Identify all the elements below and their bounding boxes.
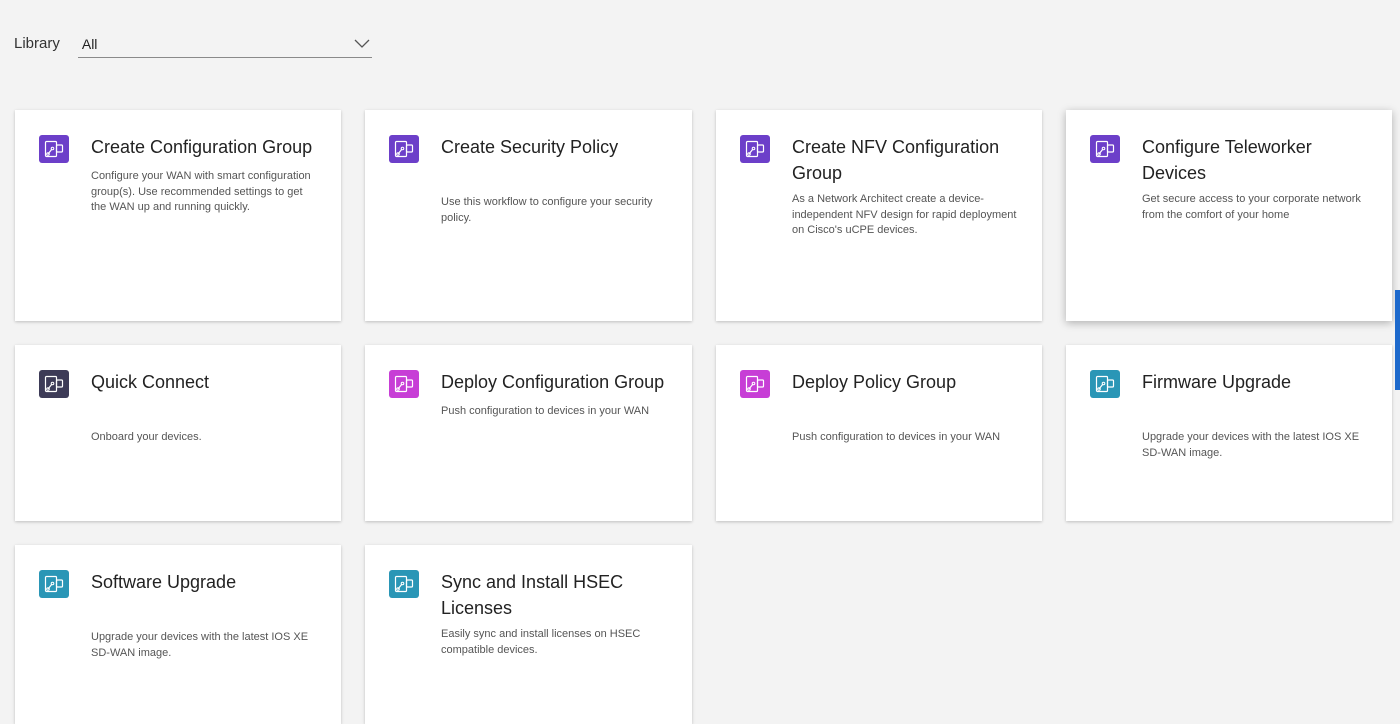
card-description: As a Network Architect create a device-i…	[792, 193, 1017, 236]
card-description: Configure your WAN with smart configurat…	[91, 170, 311, 213]
card-title: Quick Connect	[91, 372, 210, 392]
workflow-icon	[1090, 370, 1120, 398]
card-create-configuration-group[interactable]: Create Configuration Group Configure you…	[15, 110, 341, 321]
workflow-icon	[740, 370, 770, 398]
card-title: Configure Teleworker Devices	[1142, 137, 1312, 183]
card-description: Onboard your devices.	[91, 431, 202, 443]
workflow-icon	[1090, 135, 1120, 163]
card-description: Push configuration to devices in your WA…	[441, 405, 650, 417]
card-description: Get secure access to your corporate netw…	[1142, 193, 1361, 221]
card-title: Create Configuration Group	[91, 137, 313, 157]
workflow-icon	[389, 570, 419, 598]
library-dropdown-value: All	[81, 35, 98, 52]
card-title: Deploy Policy Group	[792, 372, 957, 392]
card-description: Easily sync and install licenses on HSEC…	[441, 628, 641, 656]
card-description: Use this workflow to configure your secu…	[441, 196, 653, 224]
chevron-down-icon	[354, 39, 370, 48]
workflow-icon	[389, 370, 419, 398]
scrollbar-thumb[interactable]	[1395, 290, 1400, 390]
card-deploy-policy-group[interactable]: Deploy Policy Group Push configuration t…	[716, 345, 1042, 521]
card-title: Sync and Install HSEC Licenses	[441, 572, 624, 618]
card-description: Push configuration to devices in your WA…	[792, 431, 1001, 443]
card-sync-install-hsec-licenses[interactable]: Sync and Install HSEC Licenses Easily sy…	[365, 545, 692, 724]
library-filter: Library All	[14, 30, 372, 58]
library-dropdown[interactable]: All	[77, 30, 372, 58]
card-deploy-configuration-group[interactable]: Deploy Configuration Group Push configur…	[365, 345, 692, 521]
workflow-icon	[740, 135, 770, 163]
workflow-icon	[39, 370, 69, 398]
card-title: Software Upgrade	[91, 572, 237, 592]
card-configure-teleworker-devices[interactable]: Configure Teleworker Devices Get secure …	[1066, 110, 1392, 321]
workflow-icon	[39, 570, 69, 598]
card-title: Create Security Policy	[441, 137, 619, 157]
card-description: Upgrade your devices with the latest IOS…	[91, 631, 309, 659]
card-title: Firmware Upgrade	[1142, 372, 1292, 392]
card-description: Upgrade your devices with the latest IOS…	[1142, 431, 1360, 459]
workflow-icon	[39, 135, 69, 163]
library-label: Library	[14, 35, 60, 52]
card-software-upgrade[interactable]: Software Upgrade Upgrade your devices wi…	[15, 545, 341, 724]
card-create-security-policy[interactable]: Create Security Policy Use this workflow…	[365, 110, 692, 321]
card-title: Create NFV Configuration Group	[792, 137, 1000, 183]
card-firmware-upgrade[interactable]: Firmware Upgrade Upgrade your devices wi…	[1066, 345, 1392, 521]
card-title: Deploy Configuration Group	[441, 372, 665, 392]
workflow-icon	[389, 135, 419, 163]
card-create-nfv-configuration-group[interactable]: Create NFV Configuration Group As a Netw…	[716, 110, 1042, 321]
card-quick-connect[interactable]: Quick Connect Onboard your devices.	[15, 345, 341, 521]
